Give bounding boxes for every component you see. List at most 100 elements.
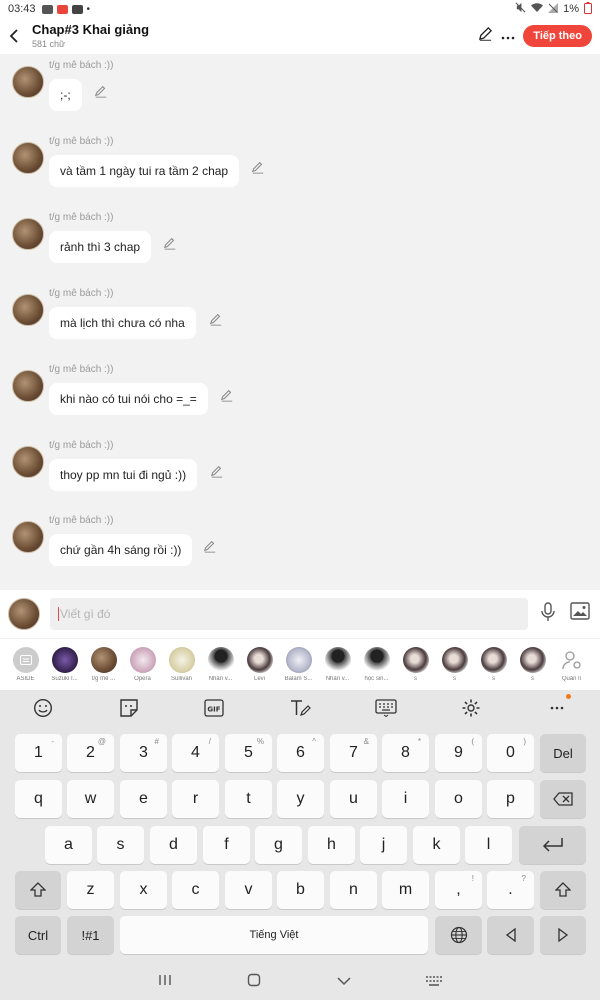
mention-character[interactable]: Levi xyxy=(240,639,279,690)
key-period[interactable]: .? xyxy=(487,871,534,909)
key-d[interactable]: d xyxy=(150,826,197,864)
key-k[interactable]: k xyxy=(413,826,460,864)
enter-key[interactable] xyxy=(519,826,586,864)
mention-character[interactable]: Sullivan xyxy=(162,639,201,690)
message-bubble[interactable]: rảnh thì 3 chap xyxy=(49,231,152,263)
key-u[interactable]: u xyxy=(330,780,377,818)
mention-character[interactable]: s xyxy=(513,639,552,690)
mention-character[interactable]: học sin... xyxy=(357,639,396,690)
author-avatar[interactable] xyxy=(12,446,44,478)
key-y[interactable]: y xyxy=(277,780,324,818)
key-w[interactable]: w xyxy=(67,780,114,818)
key-j[interactable]: j xyxy=(360,826,407,864)
key-t[interactable]: t xyxy=(225,780,272,818)
key-2[interactable]: 2 @ xyxy=(67,734,114,772)
key-b[interactable]: b xyxy=(277,871,324,909)
mention-character[interactable]: Nhân v... xyxy=(318,639,357,690)
keyboard-more-button[interactable] xyxy=(545,694,572,720)
key-7[interactable]: 7 & xyxy=(330,734,377,772)
edit-message-icon[interactable] xyxy=(94,84,108,98)
next-button[interactable]: Tiếp theo xyxy=(523,25,592,47)
key-c[interactable]: c xyxy=(172,871,219,909)
edit-message-icon[interactable] xyxy=(203,539,217,553)
key-o[interactable]: o xyxy=(435,780,482,818)
cursor-right-key[interactable] xyxy=(540,916,586,954)
author-avatar[interactable] xyxy=(12,521,44,553)
home-button[interactable] xyxy=(247,973,261,992)
key-p[interactable]: p xyxy=(487,780,534,818)
edit-chapter-button[interactable] xyxy=(478,26,493,46)
mention-character[interactable]: Suzuki I... xyxy=(45,639,84,690)
mention-character[interactable]: s xyxy=(396,639,435,690)
message-bubble[interactable]: và tầm 1 ngày tui ra tầm 2 chap xyxy=(49,155,240,187)
current-character-avatar[interactable] xyxy=(8,598,40,630)
more-options-button[interactable] xyxy=(501,27,515,45)
hide-keyboard-button[interactable] xyxy=(337,973,351,991)
mention-character[interactable]: Balam S... xyxy=(279,639,318,690)
edit-message-icon[interactable] xyxy=(220,388,234,402)
key-4[interactable]: 4/ xyxy=(172,734,219,772)
message-bubble[interactable]: ;-; xyxy=(49,79,82,111)
message-input[interactable]: Viết gì đó xyxy=(50,598,528,630)
key-m[interactable]: m xyxy=(382,871,429,909)
key-x[interactable]: x xyxy=(120,871,167,909)
key-5[interactable]: 5% xyxy=(225,734,272,772)
author-avatar[interactable] xyxy=(12,218,44,250)
edit-message-icon[interactable] xyxy=(163,236,177,250)
key-e[interactable]: e xyxy=(120,780,167,818)
mention-character[interactable]: s xyxy=(435,639,474,690)
key-q[interactable]: q xyxy=(15,780,62,818)
backspace-key[interactable] xyxy=(540,780,586,818)
back-button[interactable] xyxy=(2,18,26,54)
key-0[interactable]: 0) xyxy=(487,734,534,772)
cursor-left-key[interactable] xyxy=(487,916,534,954)
author-avatar[interactable] xyxy=(12,66,44,98)
mention-character[interactable]: Nhân v... xyxy=(201,639,240,690)
shift-key-right[interactable] xyxy=(540,871,586,909)
keyboard-switch-button[interactable] xyxy=(426,973,443,991)
recent-apps-button[interactable] xyxy=(158,973,172,991)
ctrl-key[interactable]: Ctrl xyxy=(15,916,61,954)
mention-character[interactable]: Opera xyxy=(123,639,162,690)
edit-message-icon[interactable] xyxy=(210,464,224,478)
symbols-key[interactable]: !#1 xyxy=(67,916,114,954)
gif-button[interactable]: GIF xyxy=(202,696,226,720)
manage-characters-button[interactable]: Quản lí xyxy=(552,639,591,690)
message-bubble[interactable]: mà lịch thì chưa có nha xyxy=(49,307,196,339)
key-i[interactable]: i xyxy=(382,780,429,818)
mention-character[interactable]: s xyxy=(474,639,513,690)
voice-input-button[interactable] xyxy=(540,601,556,627)
key-8[interactable]: 8 * xyxy=(382,734,429,772)
message-bubble[interactable]: chứ gần 4h sáng rồi :)) xyxy=(49,534,193,566)
key-g[interactable]: g xyxy=(255,826,302,864)
key-6[interactable]: 6 ^ xyxy=(277,734,324,772)
mention-character[interactable]: t/g mê ... xyxy=(84,639,123,690)
keyboard-settings-button[interactable] xyxy=(459,696,483,720)
key-v[interactable]: v xyxy=(225,871,272,909)
author-avatar[interactable] xyxy=(12,142,44,174)
key-z[interactable]: z xyxy=(67,871,114,909)
key-9[interactable]: 9( xyxy=(435,734,482,772)
language-key[interactable] xyxy=(435,916,482,954)
edit-message-icon[interactable] xyxy=(209,312,223,326)
message-bubble[interactable]: thoy pp mn tui đi ngủ :)) xyxy=(49,459,198,491)
insert-image-button[interactable] xyxy=(570,601,590,627)
key-f[interactable]: f xyxy=(203,826,250,864)
author-avatar[interactable] xyxy=(12,370,44,402)
key-r[interactable]: r xyxy=(172,780,219,818)
message-bubble[interactable]: khi nào có tui nói cho =_= xyxy=(49,383,208,415)
key-s[interactable]: s xyxy=(97,826,144,864)
chat-area[interactable]: t/g mê bách :)) ;-; t/g mê bách :)) và t… xyxy=(0,54,600,590)
key-l[interactable]: l xyxy=(465,826,512,864)
edit-message-icon[interactable] xyxy=(251,160,265,174)
shift-key-left[interactable] xyxy=(15,871,61,909)
key-h[interactable]: h xyxy=(308,826,355,864)
key-3[interactable]: 3 # xyxy=(120,734,167,772)
keyboard-mode-button[interactable] xyxy=(374,696,398,720)
sticker-button[interactable] xyxy=(117,696,141,720)
key-a[interactable]: a xyxy=(45,826,92,864)
delete-key[interactable]: Del xyxy=(540,734,586,772)
emoji-button[interactable] xyxy=(31,696,55,720)
mention-aside[interactable]: ASIDE xyxy=(6,639,45,690)
key-1[interactable]: 1- xyxy=(15,734,62,772)
